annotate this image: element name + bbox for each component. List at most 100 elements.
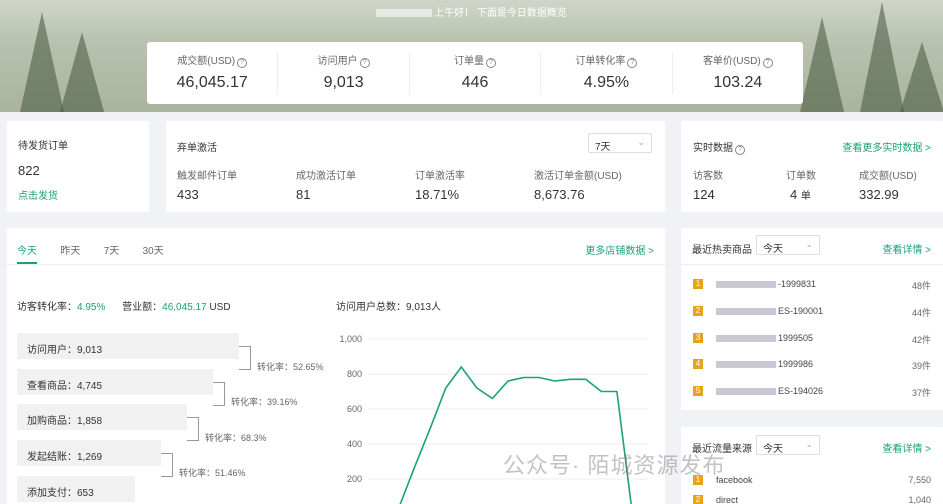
product-name[interactable]: 1999505 bbox=[716, 333, 813, 343]
funnel-connector bbox=[187, 417, 199, 441]
traffic-source-count: 7,550 bbox=[908, 475, 931, 485]
kpi-summary-card: 成交额(USD)? 46,045.17 访问用户? 9,013 订单量? 446 订单… bbox=[147, 42, 803, 104]
select-value: 今天 bbox=[763, 444, 783, 455]
period-select[interactable]: 今天 ⌄ bbox=[756, 435, 820, 455]
redacted-text bbox=[716, 388, 776, 396]
help-icon[interactable]: ? bbox=[237, 58, 248, 68]
metric-value: 433 bbox=[177, 187, 199, 202]
product-sales: 44件 bbox=[911, 308, 931, 318]
kpi-label: 成交额(USD) bbox=[177, 56, 236, 67]
funnel-conv-rate: 转化率：51.46% bbox=[179, 468, 246, 478]
product-sales: 48件 bbox=[911, 281, 931, 291]
product-sales: 42件 bbox=[911, 335, 931, 345]
rank-badge: 3 bbox=[693, 333, 703, 343]
metric-value: 332.99 bbox=[859, 187, 899, 202]
kpi-value: 9,013 bbox=[323, 74, 364, 91]
redacted-text bbox=[716, 361, 776, 369]
kpi-label: 订单转化率 bbox=[575, 56, 626, 67]
funnel-label: 访问用户：9,013 bbox=[27, 345, 103, 356]
kpi-value: 4.95% bbox=[583, 74, 630, 91]
metric-value: 8,673.76 bbox=[534, 187, 585, 202]
more-store-data-link[interactable]: 更多店铺数据 > bbox=[585, 242, 654, 257]
product-sales: 37件 bbox=[911, 388, 931, 398]
kpi-conversion: 订单转化率? 4.95% bbox=[541, 52, 673, 94]
tab-today[interactable]: 今天 bbox=[17, 246, 37, 257]
visitor-conv-value: 4.95% bbox=[77, 302, 106, 313]
metric-label: 激活订单金额(USD) bbox=[534, 171, 622, 182]
help-icon[interactable]: ? bbox=[486, 58, 497, 68]
help-icon[interactable]: ? bbox=[627, 58, 638, 68]
funnel-label: 查看商品：4,745 bbox=[27, 381, 103, 392]
product-sku: 1999986 bbox=[778, 359, 814, 369]
ship-now-link[interactable]: 点击发货 bbox=[18, 187, 58, 202]
kpi-value: 446 bbox=[461, 74, 489, 91]
pending-count: 822 bbox=[18, 163, 40, 178]
card-title: 实时数据 bbox=[693, 143, 733, 154]
y-tick-label: 400 bbox=[347, 439, 362, 449]
select-value: 7天 bbox=[595, 142, 611, 153]
funnel-step-payment: 添加支付：653 bbox=[17, 476, 135, 502]
revenue-value: 46,045.17 bbox=[162, 302, 207, 313]
redacted-text bbox=[716, 281, 776, 289]
help-icon[interactable]: ? bbox=[359, 58, 370, 68]
funnel-conv-rate: 转化率：68.3% bbox=[205, 433, 267, 443]
tab-yesterday[interactable]: 昨天 bbox=[60, 246, 80, 257]
funnel-step-checkout: 发起结账：1,269 bbox=[17, 440, 161, 466]
y-tick-label: 800 bbox=[347, 369, 362, 379]
period-tabs: 今天 昨天 7天 30天 bbox=[17, 242, 184, 257]
kpi-revenue: 成交额(USD)? 46,045.17 bbox=[147, 52, 279, 94]
funnel-conv-rate: 转化率：52.65% bbox=[257, 362, 324, 372]
funnel-label: 发起结账：1,269 bbox=[27, 452, 103, 463]
rank-badge: 5 bbox=[693, 386, 703, 396]
chevron-down-icon: ⌄ bbox=[805, 439, 813, 449]
tab-7days[interactable]: 7天 bbox=[104, 246, 120, 257]
greeting: 上午好！ 下面是今日数据概览 bbox=[0, 4, 943, 19]
card-title: 待发货订单 bbox=[18, 141, 68, 152]
redacted-text bbox=[716, 308, 776, 316]
y-tick-label: 200 bbox=[347, 474, 362, 484]
funnel-connector bbox=[239, 346, 251, 370]
rank-badge: 4 bbox=[693, 359, 703, 369]
metric-value: 81 bbox=[296, 187, 311, 202]
redacted-username bbox=[376, 9, 433, 18]
help-icon[interactable]: ? bbox=[735, 145, 745, 155]
redacted-text bbox=[716, 335, 776, 343]
funnel-connector bbox=[213, 382, 225, 406]
period-select[interactable]: 今天 ⌄ bbox=[756, 235, 820, 255]
traffic-details-link[interactable]: 查看详情 > bbox=[882, 440, 931, 455]
revenue-label: 营业额： bbox=[122, 302, 163, 313]
product-name[interactable]: 1999986 bbox=[716, 359, 813, 369]
kpi-label: 访问用户 bbox=[317, 56, 358, 67]
traffic-source-name[interactable]: direct bbox=[716, 495, 738, 504]
kpi-visitors: 访问用户? 9,013 bbox=[278, 52, 410, 94]
rank-badge: 1 bbox=[693, 279, 703, 289]
more-realtime-link[interactable]: 查看更多实时数据 > bbox=[842, 139, 931, 154]
help-icon[interactable]: ? bbox=[762, 58, 773, 68]
funnel-connector bbox=[161, 453, 173, 477]
tree-decoration bbox=[60, 32, 104, 112]
tab-30days[interactable]: 30天 bbox=[143, 246, 164, 257]
traffic-source-count: 1,040 bbox=[908, 495, 931, 504]
tab-divider bbox=[7, 264, 665, 265]
chevron-down-icon: ⌄ bbox=[805, 239, 813, 249]
rank-badge: 2 bbox=[693, 495, 703, 504]
rank-badge: 2 bbox=[693, 306, 703, 316]
metric-value: 124 bbox=[693, 187, 715, 202]
kpi-label: 客单价(USD) bbox=[702, 56, 761, 67]
tree-decoration bbox=[800, 17, 844, 112]
revenue-unit: USD bbox=[209, 302, 231, 313]
product-name[interactable]: ES-190001 bbox=[716, 306, 823, 316]
tree-decoration bbox=[900, 42, 943, 112]
funnel-conv-rate: 转化率：39.16% bbox=[231, 397, 298, 407]
realtime-card: 实时数据? 查看更多实时数据 > 访客数 124 订单数 4 单 成交额(USD… bbox=[681, 121, 943, 212]
divider bbox=[681, 264, 943, 265]
period-select[interactable]: 7天 ⌄ bbox=[588, 133, 652, 153]
hot-details-link[interactable]: 查看详情 > bbox=[882, 241, 931, 256]
product-name[interactable]: -1999831 bbox=[716, 279, 816, 289]
funnel-step-view: 查看商品：4,745 bbox=[17, 369, 213, 395]
greeting-text: 上午好！ 下面是今日数据概览 bbox=[434, 8, 567, 19]
product-name[interactable]: ES-194026 bbox=[716, 386, 823, 396]
funnel-label: 加购商品：1,858 bbox=[27, 416, 103, 427]
metric-unit: 单 bbox=[800, 191, 811, 202]
metric-label: 成功激活订单 bbox=[296, 171, 356, 182]
